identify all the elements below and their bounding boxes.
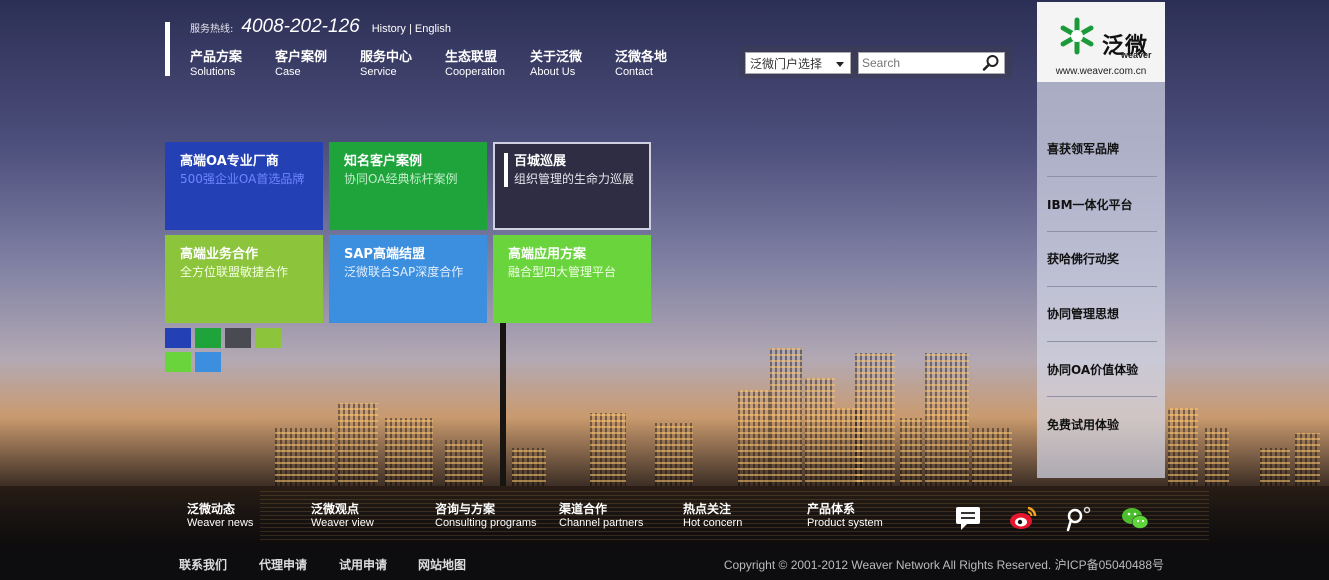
tile-oa-vendor[interactable]: 高端OA专业厂商 500强企业OA首选品牌	[165, 142, 323, 230]
footer-link-sitemap[interactable]: 网站地图	[418, 556, 466, 573]
nav-item-about-us[interactable]: 关于泛微 About Us	[530, 50, 615, 79]
header-accent-bar	[165, 22, 170, 76]
tile-subtitle: 500强企业OA首选品牌	[180, 172, 305, 186]
tile-sap-alliance[interactable]: SAP高端结盟 泛微联合SAP深度合作	[329, 235, 487, 323]
tile-selector-dot[interactable]	[165, 328, 191, 348]
footer: 联系我们 代理申请 试用申请 网站地图 Copyright © 2001-201…	[0, 548, 1329, 580]
tile-title: 高端业务合作	[180, 247, 259, 262]
nav-label-cn: 关于泛微	[530, 50, 583, 65]
bottom-nav-label-cn: 产品体系	[807, 502, 856, 516]
tile-customer-cases[interactable]: 知名客户案例 协同OA经典标杆案例	[329, 142, 487, 230]
nav-item-cooperation[interactable]: 生态联盟 Cooperation	[445, 50, 530, 79]
bottom-nav-label-en: Hot concern	[683, 517, 743, 529]
bottom-nav-channel-partners[interactable]: 渠道合作 Channel partners	[559, 502, 683, 530]
tile-selector-dot[interactable]	[195, 328, 221, 348]
nav-label-cn: 泛微各地	[615, 50, 668, 65]
tile-title: 高端OA专业厂商	[180, 154, 279, 169]
nav-label-en: Solutions	[190, 66, 236, 78]
tile-selector-dot[interactable]	[165, 352, 191, 372]
bottom-nav-weaver-view[interactable]: 泛微观点 Weaver view	[311, 502, 435, 530]
side-divider	[1047, 231, 1157, 232]
message-icon[interactable]	[953, 504, 983, 532]
side-link-ibm-platform[interactable]: IBM一体化平台	[1047, 196, 1157, 213]
bottom-nav-consulting[interactable]: 咨询与方案 Consulting programs	[435, 502, 559, 530]
nav-item-case[interactable]: 客户案例 Case	[275, 50, 360, 79]
bottom-nav-label-cn: 泛微动态	[187, 502, 236, 516]
nav-item-contact[interactable]: 泛微各地 Contact	[615, 50, 700, 79]
nav-label-en: Service	[360, 66, 397, 78]
side-divider	[1047, 341, 1157, 342]
bottom-nav-label-cn: 咨询与方案	[435, 502, 496, 516]
wechat-icon[interactable]	[1120, 504, 1150, 532]
bottom-nav-hot-concern[interactable]: 热点关注 Hot concern	[683, 502, 807, 530]
tile-selector-dot[interactable]	[195, 352, 221, 372]
tile-subtitle: 泛微联合SAP深度合作	[344, 265, 464, 279]
search-icon[interactable]	[982, 54, 1000, 72]
tile-business-cooperation[interactable]: 高端业务合作 全方位联盟敏捷合作	[165, 235, 323, 323]
chevron-down-icon	[836, 62, 844, 67]
portal-select[interactable]: 泛微门户选择	[745, 52, 851, 74]
portal-select-value: 泛微门户选择	[750, 57, 823, 71]
nav-label-en: Cooperation	[445, 66, 505, 78]
bottom-nav-label-en: Weaver news	[187, 517, 254, 529]
logo-url: www.weaver.com.cn	[1055, 66, 1147, 77]
side-link-oa-value[interactable]: 协同OA价值体验	[1047, 361, 1157, 378]
weaver-logo-icon	[1060, 17, 1094, 55]
bottom-nav-label-en: Channel partners	[559, 517, 644, 529]
nav-item-service[interactable]: 服务中心 Service	[360, 50, 445, 79]
tile-title: 知名客户案例	[344, 154, 423, 169]
bottom-nav-label-en: Product system	[807, 517, 883, 529]
tencent-weibo-icon[interactable]	[1063, 504, 1093, 532]
copyright: Copyright © 2001-2012 Weaver Network All…	[723, 558, 1164, 572]
side-divider	[1047, 396, 1157, 397]
nav-label-cn: 服务中心	[360, 50, 413, 65]
tile-subtitle: 协同OA经典标杆案例	[344, 172, 458, 186]
bottom-nav-product-system[interactable]: 产品体系 Product system	[807, 502, 931, 530]
nav-label-en: Case	[275, 66, 301, 78]
tile-selector-dot[interactable]	[225, 328, 251, 348]
bottom-nav-label-en: Consulting programs	[435, 517, 537, 529]
nav-label-cn: 客户案例	[275, 50, 328, 65]
weaver-logo[interactable]: 泛微 weaver www.weaver.com.cn	[1037, 2, 1165, 82]
nav-label-en: About Us	[530, 66, 576, 78]
side-link-collaboration-thinking[interactable]: 协同管理思想	[1047, 305, 1157, 322]
tile-subtitle: 融合型四大管理平台	[508, 265, 617, 279]
side-link-free-trial[interactable]: 免费试用体验	[1047, 416, 1157, 433]
main-nav: 产品方案 Solutions 客户案例 Case 服务中心 Service 生态…	[190, 50, 700, 79]
tile-city-roadshow[interactable]: 百城巡展 组织管理的生命力巡展	[493, 142, 651, 230]
tile-application-solutions[interactable]: 高端应用方案 融合型四大管理平台	[493, 235, 651, 323]
bottom-nav-label-cn: 泛微观点	[311, 502, 360, 516]
search-area: 泛微门户选择	[739, 46, 1012, 78]
tile-selector-dot[interactable]	[255, 328, 281, 348]
bottom-nav-label-cn: 热点关注	[683, 502, 732, 516]
side-divider	[1047, 286, 1157, 287]
footer-link-trial[interactable]: 试用申请	[339, 556, 387, 573]
tile-title: 百城巡展	[514, 154, 567, 169]
hotline-label: 服务热线:	[190, 24, 234, 35]
tile-subtitle: 全方位联盟敏捷合作	[180, 265, 289, 279]
tile-title: SAP高端结盟	[344, 247, 425, 262]
bottom-nav-weaver-news[interactable]: 泛微动态 Weaver news	[187, 502, 311, 530]
hotline-number: 4008-202-126	[241, 16, 360, 37]
side-link-harvard-award[interactable]: 获哈佛行动奖	[1047, 250, 1157, 267]
nav-label-cn: 生态联盟	[445, 50, 498, 65]
bottom-nav-label-cn: 渠道合作	[559, 502, 608, 516]
weibo-icon[interactable]	[1008, 504, 1038, 532]
footer-link-agency[interactable]: 代理申请	[259, 556, 307, 573]
bottom-nav-label-en: Weaver view	[311, 517, 374, 529]
hotline: 服务热线: 4008-202-126 History | English	[190, 16, 451, 38]
nav-item-solutions[interactable]: 产品方案 Solutions	[190, 50, 275, 79]
history-english-links[interactable]: History | English	[372, 23, 451, 35]
side-divider	[1047, 176, 1157, 177]
tile-subtitle: 组织管理的生命力巡展	[514, 172, 635, 186]
tile-title: 高端应用方案	[508, 247, 587, 262]
side-link-leading-brand[interactable]: 喜获领军品牌	[1047, 140, 1157, 157]
side-panel: 喜获领军品牌 IBM一体化平台 获哈佛行动奖 协同管理思想 协同OA价值体验 免…	[1037, 82, 1165, 478]
logo-text-en: weaver	[1121, 50, 1152, 60]
footer-link-contact[interactable]: 联系我们	[179, 556, 227, 573]
nav-label-en: Contact	[615, 66, 653, 78]
nav-label-cn: 产品方案	[190, 50, 243, 65]
